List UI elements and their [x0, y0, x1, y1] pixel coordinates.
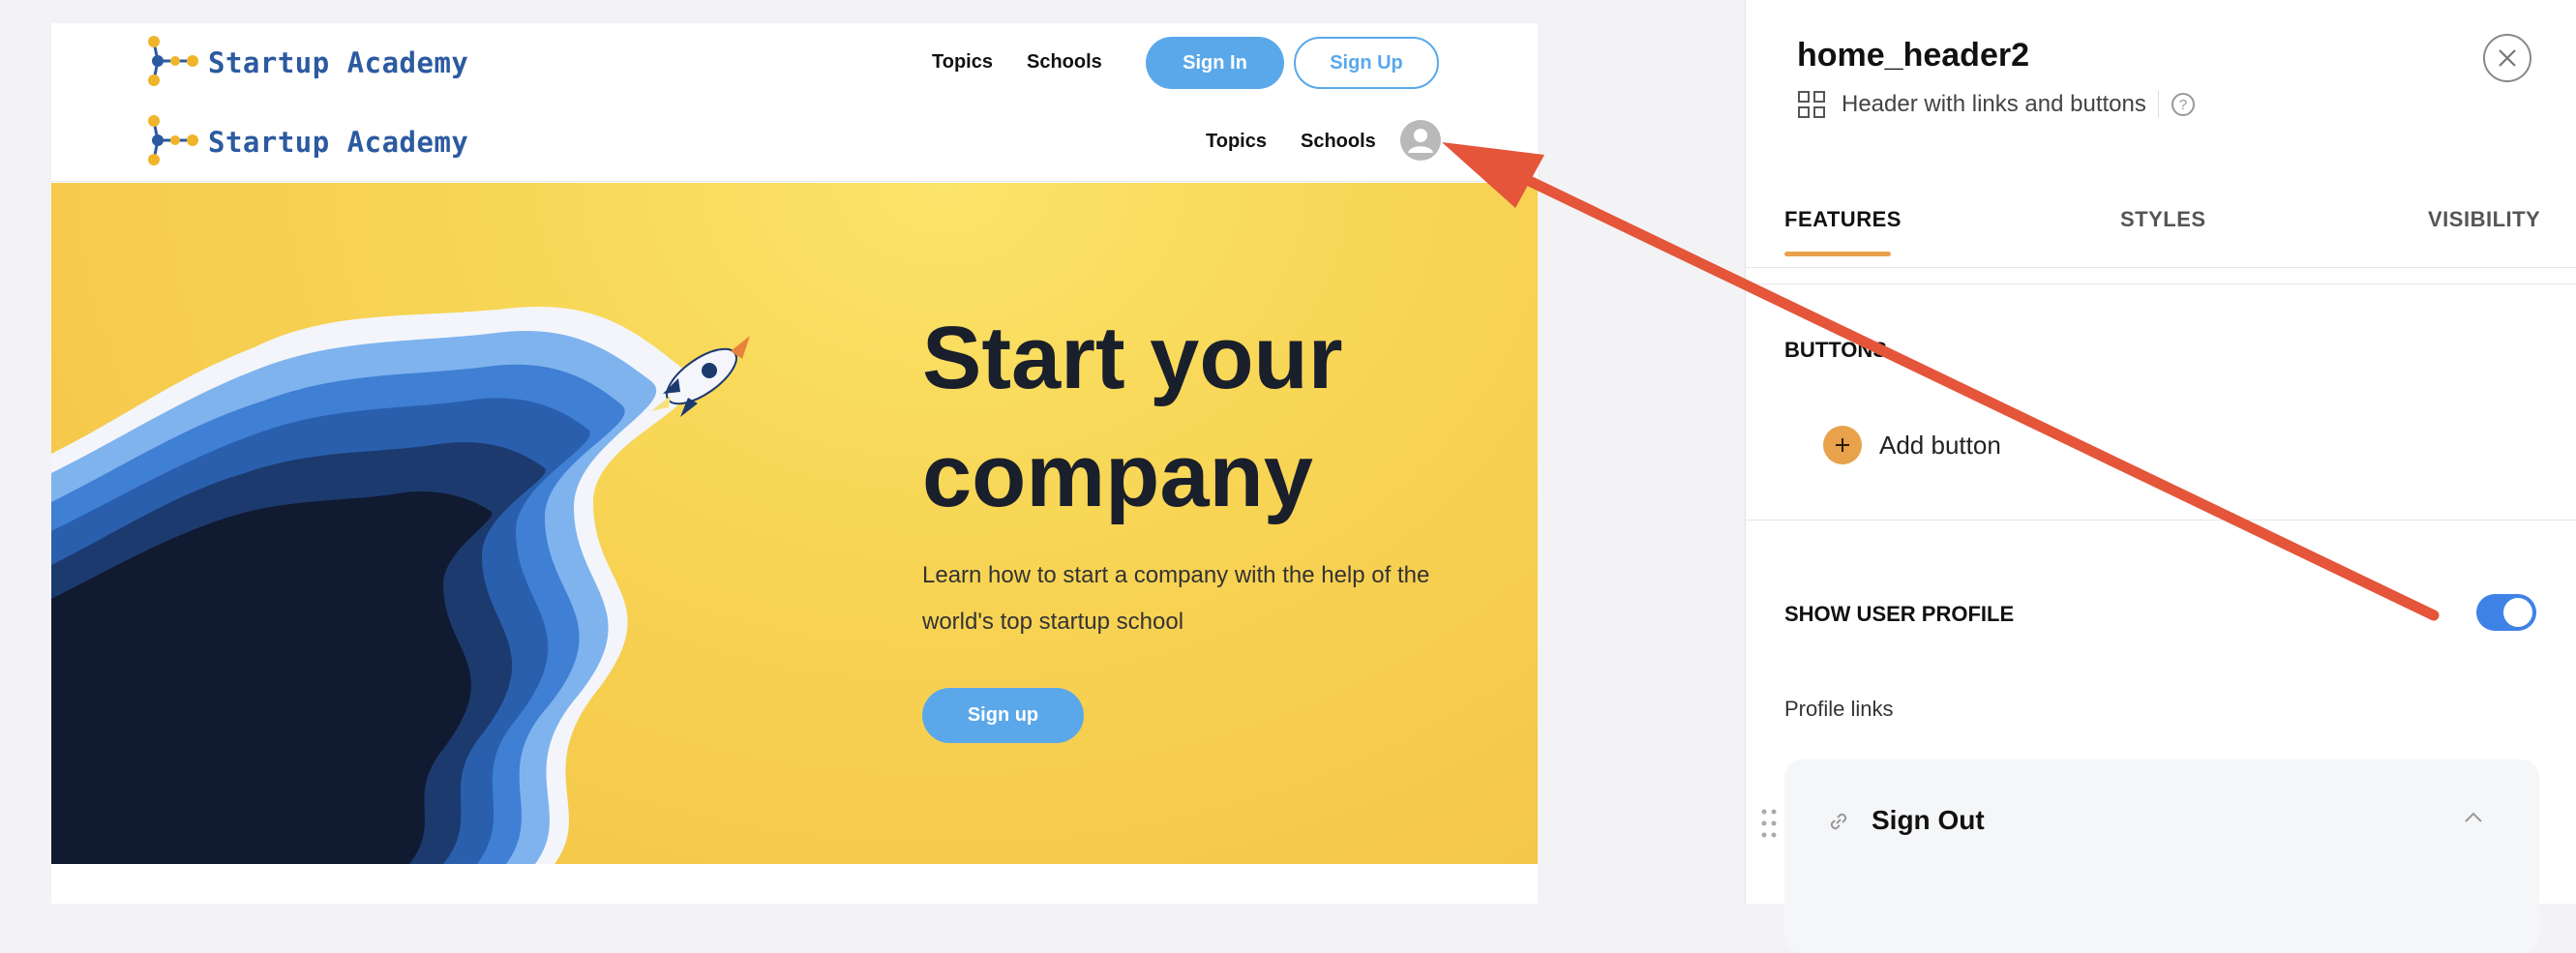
user-avatar-icon[interactable]	[1400, 120, 1441, 161]
show-user-profile-label: SHOW USER PROFILE	[1784, 602, 2015, 626]
brand-logo[interactable]: Startup Academy	[146, 35, 469, 89]
hero-section: Start your company Learn how to start a …	[51, 183, 1538, 864]
nav-link-schools[interactable]: Schools	[1027, 51, 1102, 74]
component-description: Header with links and buttons ?	[1797, 85, 2196, 124]
hero-sign-up-button[interactable]: Sign up	[922, 688, 1084, 743]
help-icon[interactable]: ?	[2171, 92, 2196, 117]
page-preview: Startup Academy Topics Schools Sign In S…	[51, 23, 1538, 904]
rocket-icon	[642, 328, 758, 430]
link-icon	[1825, 808, 1852, 840]
nav-link-topics[interactable]: Topics	[1206, 131, 1267, 153]
tab-styles[interactable]: STYLES	[2120, 207, 2206, 232]
tab-bar: FEATURES STYLES VISIBILITY	[1746, 186, 2576, 268]
svg-text:?: ?	[2179, 97, 2187, 113]
active-tab-indicator	[1784, 252, 1891, 256]
component-settings-panel: home_header2 Header with links and butto…	[1745, 0, 2576, 953]
toggle-knob	[2503, 598, 2532, 627]
brand-name: Startup Academy	[208, 126, 469, 159]
component-subtitle: Header with links and buttons	[1842, 91, 2146, 117]
sign-up-button[interactable]: Sign Up	[1294, 37, 1439, 89]
show-user-profile-toggle[interactable]	[2476, 594, 2536, 631]
drag-handle-icon[interactable]	[1759, 807, 1779, 840]
nav-link-topics[interactable]: Topics	[932, 51, 993, 74]
separator	[2157, 91, 2159, 118]
header-variant-2[interactable]: Startup Academy Topics Schools	[51, 103, 1538, 182]
buttons-section-label: BUTTONS	[1784, 338, 1887, 362]
component-name: home_header2	[1797, 37, 2029, 74]
nav-link-schools[interactable]: Schools	[1301, 131, 1376, 153]
hero-title: Start your company	[922, 309, 1343, 525]
tab-features[interactable]: FEATURES	[1784, 207, 1902, 232]
tab-visibility[interactable]: VISIBILITY	[2428, 207, 2540, 232]
profile-link-card[interactable]: Sign Out	[1784, 759, 2539, 953]
brand-logo[interactable]: Startup Academy	[146, 114, 469, 168]
divider	[1746, 520, 2576, 521]
close-icon	[2497, 47, 2518, 69]
brand-logo-icon	[146, 34, 200, 93]
sign-in-button[interactable]: Sign In	[1146, 37, 1284, 89]
plus-icon	[1823, 426, 1862, 464]
add-button[interactable]: Add button	[1823, 426, 2001, 464]
close-button[interactable]	[2483, 34, 2531, 82]
header-variant-1[interactable]: Startup Academy Topics Schools Sign In S…	[51, 23, 1538, 103]
link-card-title: Sign Out	[1872, 805, 1985, 835]
divider	[1746, 283, 2576, 284]
hero-subtitle: Learn how to start a company with the he…	[922, 562, 1430, 635]
brand-logo-icon	[146, 113, 200, 172]
chevron-up-icon[interactable]	[2462, 810, 2485, 830]
wave-illustration	[51, 307, 691, 864]
component-grid-icon	[1797, 90, 1826, 119]
add-button-label: Add button	[1879, 430, 2001, 460]
profile-links-label: Profile links	[1784, 697, 1894, 721]
brand-name: Startup Academy	[208, 46, 469, 79]
